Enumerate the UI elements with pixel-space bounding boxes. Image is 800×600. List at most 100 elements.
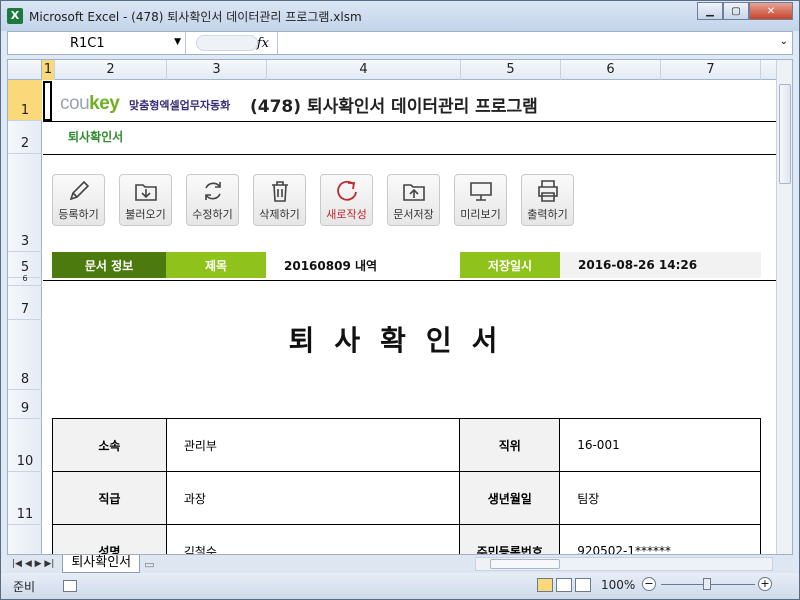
field-value[interactable]: 과장 [165,471,461,525]
window-title: Microsoft Excel - (478) 퇴사확인서 데이터관리 프로그램… [29,9,362,24]
logo-tagline: 맞춤형엑셀업무자동화 [129,99,231,112]
page-break-view-icon[interactable] [575,578,591,592]
saved-time-value[interactable]: 2016-08-26 14:26 [560,252,761,278]
field-label: 직급 [52,471,167,525]
delete-button[interactable]: 삭제하기 [253,174,306,226]
field-label: 성명 [52,524,167,554]
formula-input[interactable] [278,32,792,54]
normal-view-icon[interactable] [537,578,553,592]
table-row: 직급 과장 생년월일 팀장 [52,471,761,525]
table-row: 성명 김철수 주민등록번호 920502-1****** [52,524,761,554]
macro-toolbar: 등록하기 불러오기 수정하기 삭제하기 새로작성 문서저장 미리보기 출력하기 [52,174,574,226]
formula-bar: R1C1 ▼ fx ⌄ [7,31,793,55]
row-header[interactable]: 11 [8,472,42,525]
employee-info-table: 소속 관리부 직위 16-001 직급 과장 생년월일 팀장 성명 김철수 주민… [52,418,761,554]
column-header[interactable]: 6 [561,60,661,80]
edit-button[interactable]: 수정하기 [186,174,239,226]
new-document-button[interactable]: 새로작성 [320,174,373,226]
name-box-value: R1C1 [70,35,105,51]
title-bar: X Microsoft Excel - (478) 퇴사확인서 데이터관리 프로… [1,1,799,31]
maximize-button[interactable]: ▢ [723,2,749,20]
column-header[interactable]: 1 [42,60,55,80]
field-label: 주민등록번호 [459,524,561,554]
row-header[interactable]: 9 [8,390,42,419]
download-folder-icon [134,184,157,201]
sheet-tab[interactable]: 퇴사확인서 [62,555,141,573]
divider [43,154,777,155]
column-header[interactable]: 3 [167,60,267,80]
row-headers: 1 2 3 5 6 7 8 9 10 11 [8,80,42,554]
row-header[interactable]: 1 [8,80,42,121]
document-title: 퇴사확인서 [288,324,518,357]
chevron-down-icon[interactable]: ▼ [174,37,181,47]
column-header[interactable]: 7 [661,60,761,80]
macro-record-icon[interactable] [63,580,78,592]
table-row: 소속 관리부 직위 16-001 [52,418,761,472]
column-header[interactable]: 4 [267,60,461,80]
excel-app-icon[interactable]: X [7,8,23,24]
insert-sheet-icon[interactable]: ▭ [144,558,154,571]
insert-function-icon[interactable]: fx [257,36,269,51]
print-button[interactable]: 출력하기 [521,174,574,226]
field-label: 생년월일 [459,471,561,525]
row-header[interactable]: 6 [8,274,42,286]
horizontal-scrollbar[interactable] [475,557,773,571]
status-ready: 준비 [13,579,36,594]
load-button[interactable]: 불러오기 [119,174,172,226]
subject-label: 제목 [166,252,266,278]
field-value[interactable]: 920502-1****** [559,524,761,554]
zoom-out-icon[interactable]: − [642,577,656,591]
sheet-nav-icon[interactable]: |◀ ◀ ▶ ▶| [12,559,54,569]
zoom-slider-thumb[interactable] [703,578,711,590]
column-header[interactable]: 2 [55,60,167,80]
trash-icon [271,181,288,202]
printer-icon [537,180,558,202]
minimize-button[interactable]: ▁ [697,2,723,20]
row-header[interactable]: 7 [8,286,42,320]
column-headers: 1 2 3 4 5 6 7 [8,60,792,80]
register-button[interactable]: 등록하기 [52,174,105,226]
zoom-level[interactable]: 100% [601,578,635,592]
saved-time-label: 저장일시 [460,252,560,278]
worksheet: 1 2 3 4 5 6 7 1 2 3 5 6 7 8 9 10 11 couk… [7,59,793,555]
upload-folder-icon [402,184,425,201]
document-info-row: 문서 정보 제목 20160809 내역 저장일시 2016-08-26 14:… [52,252,761,278]
save-document-button[interactable]: 문서저장 [387,174,440,226]
row-header[interactable]: 8 [8,320,42,390]
scroll-thumb[interactable] [490,559,560,569]
section-subtitle: 퇴사확인서 [68,130,124,144]
program-title: (478) 퇴사확인서 데이터관리 프로그램 [250,97,538,117]
select-all-corner[interactable] [8,60,42,80]
excel-window: X Microsoft Excel - (478) 퇴사확인서 데이터관리 프로… [0,0,800,600]
field-value[interactable]: 김철수 [165,524,461,554]
sheet-tab-bar: |◀ ◀ ▶ ▶| 퇴사확인서 ▭ [7,555,793,573]
close-button[interactable]: ✕ [749,2,793,20]
column-header[interactable]: 5 [461,60,561,80]
field-value[interactable]: 팀장 [559,471,761,525]
row-header[interactable]: 3 [8,154,42,252]
subject-value[interactable]: 20160809 내역 [266,252,460,278]
row-header[interactable]: 10 [8,419,42,472]
cell-area[interactable]: coukey 맞춤형엑셀업무자동화 (478) 퇴사확인서 데이터관리 프로그램… [43,81,777,554]
monitor-icon [469,182,492,201]
status-bar: 준비 100% − + [1,573,799,599]
field-value[interactable]: 관리부 [165,418,461,472]
field-label: 직위 [459,418,561,472]
field-value[interactable]: 16-001 [559,418,761,472]
doc-info-label: 문서 정보 [52,252,166,278]
vertical-scrollbar[interactable] [776,60,792,554]
page-layout-view-icon[interactable] [556,578,572,592]
new-refresh-icon [336,180,357,201]
scroll-thumb[interactable] [779,84,791,184]
preview-button[interactable]: 미리보기 [454,174,507,226]
divider [43,280,777,281]
expand-formula-icon[interactable]: ⌄ [780,36,788,47]
zoom-in-icon[interactable]: + [758,577,772,591]
active-cell[interactable] [43,81,52,121]
field-label: 소속 [52,418,167,472]
row-header[interactable]: 2 [8,121,42,154]
coukey-logo: coukey [60,93,120,114]
pencil-icon [69,180,89,201]
refresh-icon [204,182,221,200]
name-box[interactable]: R1C1 ▼ [8,32,186,54]
